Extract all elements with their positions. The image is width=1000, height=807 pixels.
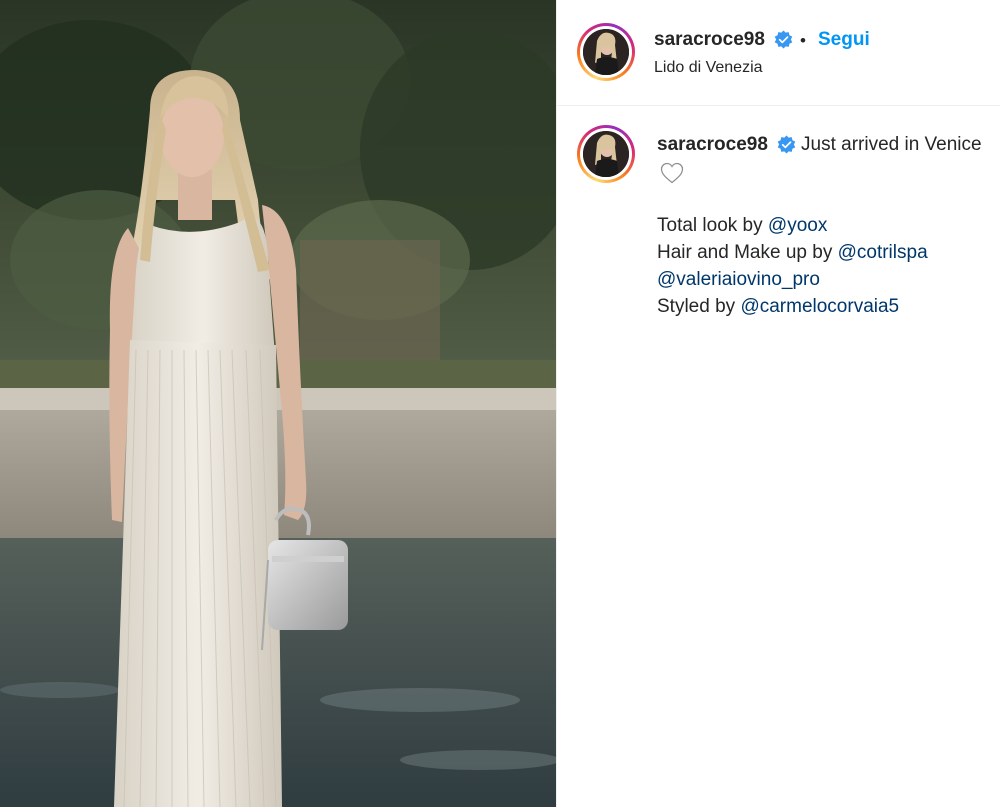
- caption-avatar-image: [583, 131, 629, 177]
- caption-username[interactable]: saracroce98: [657, 134, 768, 156]
- caption-line: @valeriaiovino_pro: [657, 266, 928, 293]
- mention-link[interactable]: @yoox: [768, 215, 827, 236]
- avatar-image: [583, 29, 629, 75]
- heart-outline-icon[interactable]: [660, 162, 684, 184]
- caption-verified-badge-icon: [777, 135, 796, 154]
- follow-button[interactable]: Segui: [818, 29, 870, 51]
- mention-link[interactable]: @cotrilspa: [838, 242, 928, 263]
- caption-line-text: Hair and Make up by: [657, 242, 838, 263]
- caption-line-text: Styled by: [657, 296, 741, 317]
- caption-line: Styled by @carmelocorvaia5: [657, 293, 928, 320]
- caption-line: Hair and Make up by @cotrilspa: [657, 239, 928, 266]
- header-username[interactable]: saracroce98: [654, 29, 765, 51]
- post-location[interactable]: Lido di Venezia: [654, 59, 763, 77]
- separator-dot: •: [800, 31, 806, 50]
- post-header: saracroce98 • Segui Lido di Venezia: [557, 0, 1000, 106]
- mention-link[interactable]: @valeriaiovino_pro: [657, 269, 820, 290]
- caption-line-text: Total look by: [657, 215, 768, 236]
- verified-badge-icon: [774, 30, 793, 49]
- caption-avatar[interactable]: [577, 125, 635, 183]
- avatar[interactable]: [577, 23, 635, 81]
- caption-body: Total look by @yoox Hair and Make up by …: [657, 212, 928, 320]
- mention-link[interactable]: @carmelocorvaia5: [740, 296, 899, 317]
- post-details-panel: saracroce98 • Segui Lido di Venezia sara…: [556, 0, 1000, 807]
- caption-text: Just arrived in Venice: [801, 134, 982, 155]
- caption-line: Total look by @yoox: [657, 212, 928, 239]
- post-photo[interactable]: [0, 0, 556, 807]
